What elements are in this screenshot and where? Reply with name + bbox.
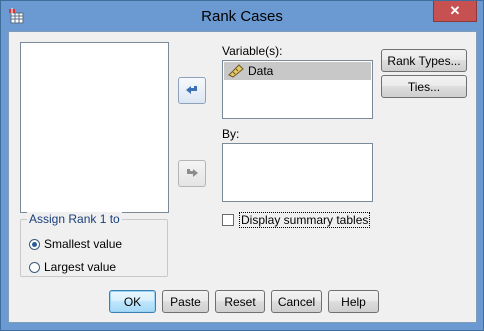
radio-largest-value[interactable]: Largest value bbox=[29, 260, 116, 274]
title-bar: Rank Cases ✕ bbox=[1, 1, 483, 32]
radio-label: Largest value bbox=[44, 260, 117, 274]
radio-label: Smallest value bbox=[44, 237, 123, 251]
rank-cases-dialog: Rank Cases ✕ Variable(s): Data By: Rank … bbox=[0, 0, 484, 331]
arrow-icon bbox=[186, 85, 197, 94]
move-to-by-button[interactable] bbox=[178, 160, 206, 187]
help-button[interactable]: Help bbox=[328, 290, 379, 313]
radio-selected-icon[interactable] bbox=[29, 238, 40, 250]
radio-smallest-value[interactable]: Smallest value bbox=[29, 237, 122, 251]
assign-rank-legend: Assign Rank 1 to bbox=[27, 212, 122, 226]
by-label: By: bbox=[222, 127, 240, 141]
checkbox-label: Display summary tables bbox=[239, 212, 371, 228]
variable-name: Data bbox=[248, 64, 274, 78]
scale-ruler-icon bbox=[228, 64, 244, 78]
rank-types-button[interactable]: Rank Types... bbox=[381, 49, 467, 72]
dialog-body: Variable(s): Data By: Rank Types... Ties… bbox=[8, 31, 477, 323]
arrow-icon bbox=[187, 168, 198, 177]
display-summary-checkbox[interactable] bbox=[222, 214, 234, 226]
ties-button[interactable]: Ties... bbox=[381, 75, 467, 98]
close-button[interactable]: ✕ bbox=[433, 1, 477, 22]
reset-button[interactable]: Reset bbox=[215, 290, 265, 313]
list-item[interactable]: Data bbox=[224, 62, 371, 80]
radio-unselected-icon[interactable] bbox=[29, 261, 40, 273]
assign-rank-group: Assign Rank 1 to Smallest value Largest … bbox=[20, 212, 168, 277]
paste-button[interactable]: Paste bbox=[162, 290, 209, 313]
variables-label: Variable(s): bbox=[222, 44, 283, 58]
ok-button[interactable]: OK bbox=[109, 290, 156, 313]
variables-list[interactable]: Data bbox=[222, 60, 373, 119]
dialog-title: Rank Cases bbox=[201, 8, 283, 25]
by-list[interactable] bbox=[222, 143, 373, 202]
source-variable-list[interactable] bbox=[20, 42, 169, 213]
cancel-button[interactable]: Cancel bbox=[271, 290, 322, 313]
move-to-variables-button[interactable] bbox=[178, 77, 206, 104]
display-summary-checkbox-row[interactable]: Display summary tables bbox=[222, 212, 371, 228]
